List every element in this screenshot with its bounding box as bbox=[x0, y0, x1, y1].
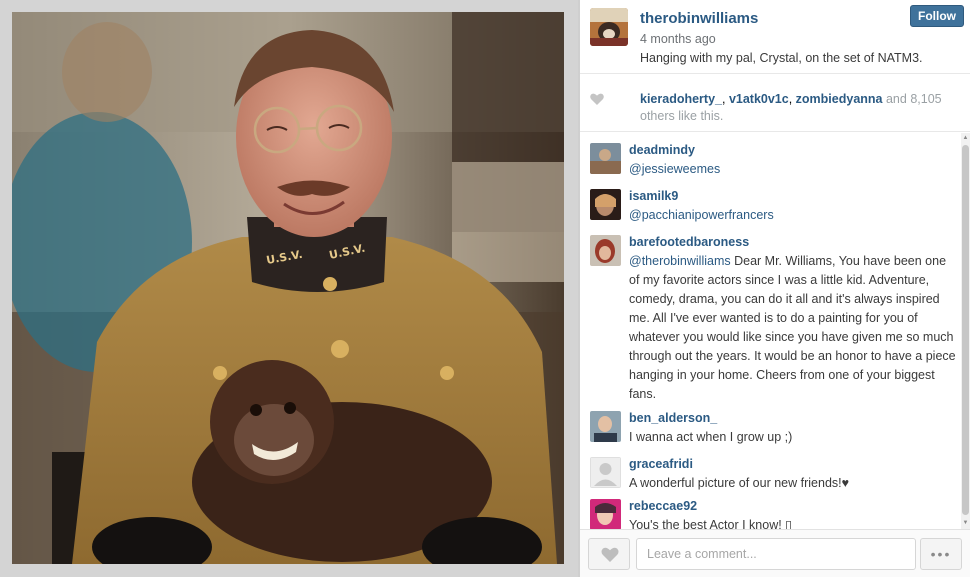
scroll-down-arrow-icon[interactable]: ▼ bbox=[962, 519, 969, 527]
comment-item: barefootedbaroness @therobinwilliams Dea… bbox=[580, 225, 970, 403]
owner-avatar[interactable] bbox=[590, 8, 628, 46]
comment-item: deadmindy @jessieweemes bbox=[580, 133, 970, 179]
commenter-avatar[interactable] bbox=[590, 411, 621, 442]
commenter-avatar[interactable] bbox=[590, 499, 621, 529]
post-header: therobinwilliams 4 months ago Hanging wi… bbox=[580, 0, 970, 74]
likes-separator: , bbox=[721, 92, 729, 106]
commenter-username[interactable]: graceafridi bbox=[629, 455, 956, 474]
comment-mention[interactable]: @jessieweemes bbox=[629, 162, 720, 176]
likes-and-text: and bbox=[882, 92, 911, 106]
comment-text: You's the best Actor I know! ▯ bbox=[629, 518, 793, 529]
heart-icon bbox=[601, 547, 619, 562]
owner-username-link[interactable]: therobinwilliams bbox=[640, 10, 758, 27]
commenter-avatar[interactable] bbox=[590, 235, 621, 266]
comment-mention[interactable]: @therobinwilliams bbox=[629, 254, 731, 268]
likes-separator: , bbox=[788, 92, 796, 106]
post-photo[interactable]: U.S.V. U.S.V. bbox=[12, 12, 564, 564]
follow-button[interactable]: Follow bbox=[910, 5, 964, 27]
more-options-button[interactable]: ••• bbox=[920, 538, 962, 570]
comment-text: Dear Mr. Williams, You have been one of … bbox=[629, 254, 956, 401]
comment-text: I wanna act when I grow up ;) bbox=[629, 430, 793, 444]
commenter-username[interactable]: barefootedbaroness bbox=[629, 233, 956, 252]
likes-tail-text: others like this. bbox=[640, 109, 724, 123]
scroll-up-arrow-icon[interactable]: ▲ bbox=[962, 134, 969, 142]
comment-item: ben_alderson_ I wanna act when I grow up… bbox=[580, 403, 970, 451]
comment-footer: ••• bbox=[580, 529, 970, 577]
like-button[interactable] bbox=[588, 538, 630, 570]
commenter-username[interactable]: deadmindy bbox=[629, 141, 956, 160]
liker-link[interactable]: v1atk0v1c bbox=[729, 92, 789, 106]
commenter-avatar[interactable] bbox=[590, 143, 621, 174]
owner-avatar-image bbox=[590, 8, 628, 46]
post-caption: Hanging with my pal, Crystal, on the set… bbox=[640, 51, 923, 65]
liker-link[interactable]: zombiedyanna bbox=[796, 92, 883, 106]
comment-item: graceafridi A wonderful picture of our n… bbox=[580, 451, 970, 497]
post-timestamp: 4 months ago bbox=[640, 32, 716, 46]
commenter-username[interactable]: isamilk9 bbox=[629, 187, 956, 206]
photo-illustration: U.S.V. U.S.V. bbox=[12, 12, 564, 564]
commenter-username[interactable]: ben_alderson_ bbox=[629, 409, 956, 428]
likes-summary: kieradoherty_, v1atk0v1c, zombiedyanna a… bbox=[580, 74, 970, 132]
comment-text: A wonderful picture of our new friends!♥ bbox=[629, 476, 850, 490]
comments-scrollbar-thumb[interactable] bbox=[962, 145, 969, 515]
comment-input[interactable] bbox=[636, 538, 916, 570]
comment-item: rebeccae92 You's the best Actor I know! … bbox=[580, 497, 970, 529]
comment-item: isamilk9 @pacchianipowerfrancers bbox=[580, 179, 970, 225]
commenter-avatar[interactable] bbox=[590, 189, 621, 220]
comment-mention[interactable]: @pacchianipowerfrancers bbox=[629, 208, 774, 222]
comments-list: deadmindy @jessieweemes isamilk9 @pacchi… bbox=[580, 133, 970, 529]
photo-pane: U.S.V. U.S.V. bbox=[0, 0, 578, 577]
likes-count[interactable]: 8,105 bbox=[910, 92, 941, 106]
commenter-username[interactable]: rebeccae92 bbox=[629, 497, 956, 516]
commenter-avatar[interactable] bbox=[590, 457, 621, 488]
liker-link[interactable]: kieradoherty_ bbox=[640, 92, 722, 106]
post-details-panel: therobinwilliams 4 months ago Hanging wi… bbox=[580, 0, 970, 577]
heart-icon bbox=[590, 93, 604, 105]
